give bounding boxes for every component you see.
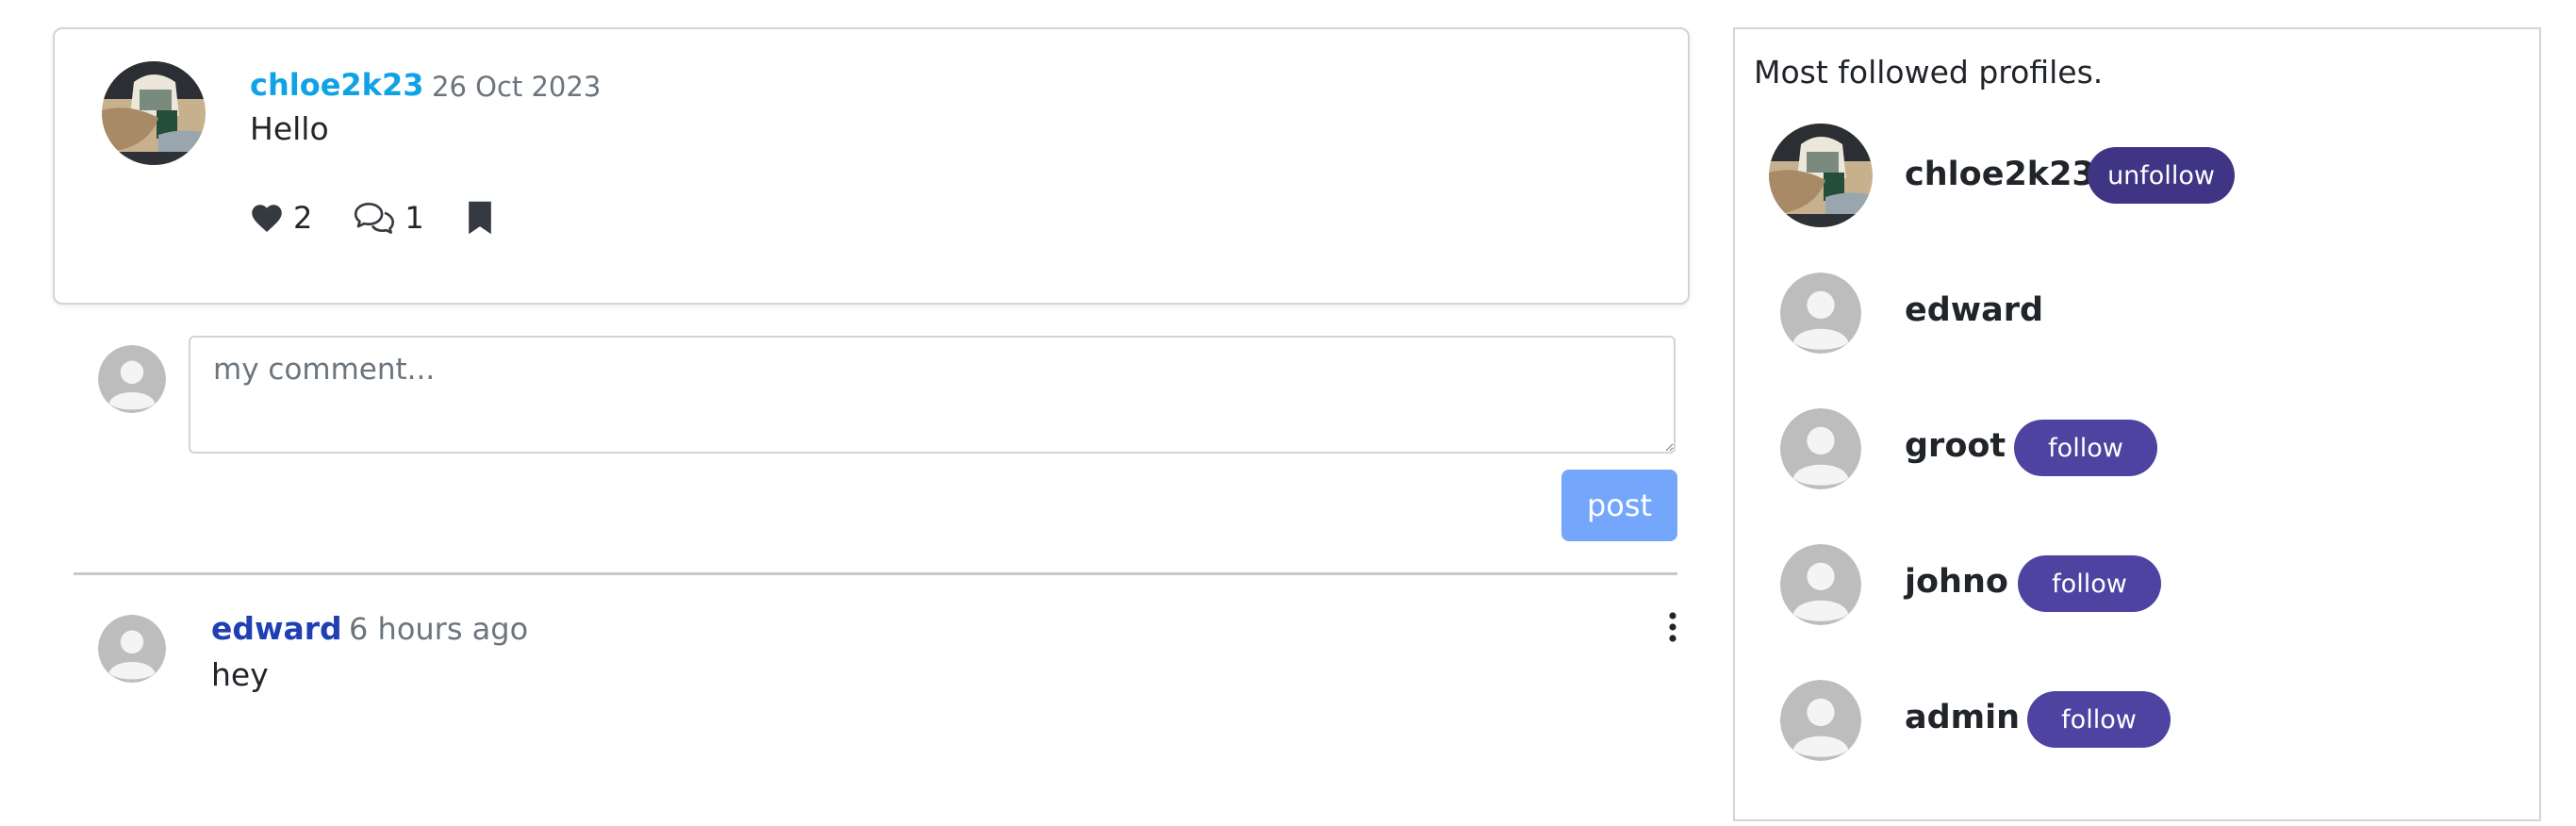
profile-avatar[interactable] [1769,124,1873,227]
vertical-ellipsis-icon [1669,612,1676,642]
post-date: 26 Oct 2023 [432,71,602,103]
profile-name[interactable]: edward [1905,291,2043,329]
profile-avatar[interactable] [1780,408,1861,489]
comments-button[interactable]: 1 [354,200,424,236]
comment-body: hey [211,656,269,693]
comment-timestamp: 6 hours ago [349,611,529,647]
unfollow-button[interactable]: unfollow [2088,147,2235,204]
post-body: Hello [250,110,329,147]
current-user-avatar [98,345,166,413]
heart-icon [252,205,282,232]
comment-count: 1 [405,200,424,236]
profile-avatar[interactable] [1780,680,1861,761]
comment-author-avatar[interactable] [98,615,166,683]
follow-button[interactable]: follow [2014,420,2157,476]
post-author-link[interactable]: chloe2k23 [250,67,423,103]
post-card: chloe2k23 26 Oct 2023 Hello 2 1 [53,27,1690,305]
profile-name[interactable]: admin [1905,699,2020,736]
bookmark-button[interactable] [466,199,494,237]
comment-author-link[interactable]: edward [211,610,342,647]
profile-name[interactable]: chloe2k23 [1905,156,2095,193]
sidebar-title: Most followed profiles. [1754,54,2104,91]
like-button[interactable]: 2 [250,200,312,236]
comment-input[interactable] [189,336,1676,454]
post-author-avatar[interactable] [102,61,206,165]
post-actions: 2 1 [250,195,494,240]
comment-options-button[interactable] [1663,608,1682,646]
speech-bubbles-icon [355,203,395,234]
profile-avatar[interactable] [1780,544,1861,625]
profile-name[interactable]: groot [1905,427,2006,465]
follow-button[interactable]: follow [2027,691,2171,748]
follow-button[interactable]: follow [2018,555,2161,612]
bookmark-icon [468,201,491,235]
profile-avatar[interactable] [1780,273,1861,354]
post-comment-button[interactable]: post [1561,470,1677,541]
profile-name[interactable]: johno [1905,563,2008,601]
like-count: 2 [293,200,313,236]
comments-divider [74,572,1677,575]
most-followed-sidebar: Most followed profiles. chloe2k23 unfoll… [1733,27,2541,821]
